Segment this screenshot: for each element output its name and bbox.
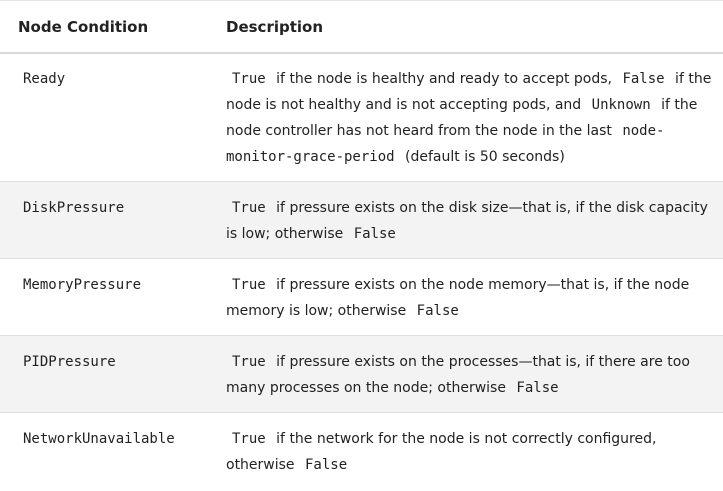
inline-code: True (232, 71, 266, 87)
description-text: if the node is healthy and ready to acce… (271, 71, 617, 87)
header-description: Description (226, 17, 324, 36)
node-conditions-table: Node Condition Description Ready True if… (0, 0, 723, 491)
inline-code: False (353, 226, 396, 242)
inline-code: True (232, 354, 266, 370)
condition-description: True if pressure exists on the processes… (208, 349, 723, 412)
inline-code: False (622, 71, 665, 87)
condition-name: Ready (23, 71, 66, 87)
description-text: if the network for the node is not corre… (226, 431, 657, 473)
description-text: if pressure exists on the processes—that… (226, 354, 690, 396)
table-row: DiskPressure True if pressure exists on … (0, 182, 723, 259)
condition-name: MemoryPressure (23, 277, 142, 293)
table-row: MemoryPressure True if pressure exists o… (0, 259, 723, 336)
condition-description: True if pressure exists on the disk size… (208, 195, 723, 258)
table-row: NetworkUnavailable True if the network f… (0, 413, 723, 491)
inline-code: Unknown (591, 97, 651, 113)
inline-code: False (516, 380, 559, 396)
inline-code: True (232, 277, 266, 293)
inline-code: True (232, 200, 266, 216)
header-node-condition: Node Condition (18, 17, 149, 36)
description-text: (default is 50 seconds) (400, 149, 565, 165)
table-header: Node Condition Description (0, 1, 723, 54)
condition-description: True if pressure exists on the node memo… (208, 272, 723, 335)
description-text: if pressure exists on the disk size—that… (226, 200, 708, 242)
table-row: PIDPressure True if pressure exists on t… (0, 336, 723, 413)
condition-description: True if the node is healthy and ready to… (208, 66, 723, 181)
condition-name: NetworkUnavailable (23, 431, 175, 447)
condition-description: True if the network for the node is not … (208, 426, 723, 491)
inline-code: False (416, 303, 459, 319)
table-row: Ready True if the node is healthy and re… (0, 54, 723, 182)
inline-code: True (232, 431, 266, 447)
inline-code: False (305, 457, 348, 473)
condition-name: DiskPressure (23, 200, 125, 216)
condition-name: PIDPressure (23, 354, 116, 370)
